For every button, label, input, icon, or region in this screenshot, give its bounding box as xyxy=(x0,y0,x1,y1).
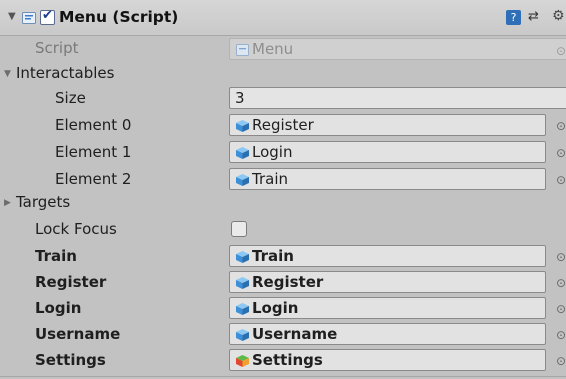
field-label: Login xyxy=(35,299,82,317)
object-picker-icon[interactable]: ⊙ xyxy=(556,328,566,342)
targets-label[interactable]: Targets xyxy=(16,193,70,211)
object-field[interactable]: Train xyxy=(229,245,546,267)
help-icon[interactable]: ? xyxy=(506,10,521,25)
field-label: Settings xyxy=(35,351,106,369)
prefab-multicolor-cube-icon xyxy=(236,355,249,367)
element-value: Train xyxy=(252,170,288,188)
object-field[interactable]: Username xyxy=(229,323,546,345)
prefab-cube-icon xyxy=(236,120,249,132)
prefab-cube-icon xyxy=(236,147,249,159)
foldout-open-icon[interactable]: ▼ xyxy=(4,69,11,79)
element-value: Register xyxy=(252,116,314,134)
field-value: Login xyxy=(252,299,299,317)
object-picker-icon[interactable]: ⊙ xyxy=(556,173,566,187)
lock-focus-checkbox[interactable] xyxy=(231,221,247,237)
element-object-field[interactable]: Login xyxy=(229,141,546,163)
field-label: Register xyxy=(35,273,107,291)
prefab-cube-icon xyxy=(236,174,249,186)
prefab-cube-icon xyxy=(236,251,249,263)
size-value[interactable]: 3 xyxy=(235,88,245,108)
size-row: Size 3 xyxy=(0,86,566,112)
element-value: Login xyxy=(252,143,293,161)
object-field[interactable]: Login xyxy=(229,297,546,319)
settings-row: Settings Settings ⊙ xyxy=(0,348,566,374)
gear-icon[interactable]: ⚙ xyxy=(552,8,565,24)
element-label: Element 2 xyxy=(55,170,132,188)
script-file-icon xyxy=(236,44,249,56)
element-object-field[interactable]: Train xyxy=(229,168,546,190)
element-label: Element 1 xyxy=(55,143,132,161)
element-object-field[interactable]: Register xyxy=(229,114,546,136)
divider xyxy=(0,376,566,377)
size-input[interactable]: 3 xyxy=(229,87,566,109)
field-value: Username xyxy=(252,325,338,343)
interactables-foldout[interactable]: ▼ Interactables xyxy=(0,61,566,87)
register-row: Register Register ⊙ xyxy=(0,270,566,296)
field-value: Train xyxy=(252,247,294,265)
prefab-cube-icon xyxy=(236,303,249,315)
object-picker-icon: ⊙ xyxy=(556,44,566,58)
field-value: Register xyxy=(252,273,324,291)
object-picker-icon[interactable]: ⊙ xyxy=(556,250,566,264)
object-picker-icon[interactable]: ⊙ xyxy=(556,119,566,133)
script-icon xyxy=(22,12,36,24)
lock-focus-label: Lock Focus xyxy=(35,220,117,238)
object-picker-icon[interactable]: ⊙ xyxy=(556,302,566,316)
presets-icon[interactable]: ⇄ xyxy=(528,9,539,24)
component-enabled-checkbox[interactable] xyxy=(40,8,55,25)
lock-focus-row: Lock Focus xyxy=(0,217,566,243)
interactables-label[interactable]: Interactables xyxy=(16,64,114,82)
targets-foldout[interactable]: ▶ Targets xyxy=(0,190,566,216)
component-title[interactable]: Menu (Script) xyxy=(59,8,178,26)
element-label: Element 0 xyxy=(55,116,132,134)
username-row: Username Username ⊙ xyxy=(0,322,566,348)
prefab-cube-icon xyxy=(236,277,249,289)
script-label: Script xyxy=(35,39,79,57)
foldout-closed-icon[interactable]: ▶ xyxy=(4,198,11,208)
foldout-arrow-icon[interactable]: ▼ xyxy=(8,11,16,22)
object-field[interactable]: Settings xyxy=(229,349,546,371)
object-picker-icon[interactable]: ⊙ xyxy=(556,354,566,368)
object-picker-icon[interactable]: ⊙ xyxy=(556,276,566,290)
prefab-cube-icon xyxy=(236,329,249,341)
script-value: Menu xyxy=(252,40,294,58)
script-field: Menu xyxy=(229,38,566,60)
element-row: Element 1 Login ⊙ xyxy=(0,140,566,166)
train-row: Train Train ⊙ xyxy=(0,244,566,270)
field-label: Train xyxy=(35,247,77,265)
size-label: Size xyxy=(55,89,86,107)
script-row: Script Menu ⊙ xyxy=(0,36,566,62)
field-value: Settings xyxy=(252,351,323,369)
field-label: Username xyxy=(35,325,121,343)
login-row: Login Login ⊙ xyxy=(0,296,566,322)
element-row: Element 0 Register ⊙ xyxy=(0,113,566,139)
component-header: ▼ Menu (Script) ? ⇄ ⚙ xyxy=(0,0,566,36)
object-field[interactable]: Register xyxy=(229,271,546,293)
object-picker-icon[interactable]: ⊙ xyxy=(556,146,566,160)
